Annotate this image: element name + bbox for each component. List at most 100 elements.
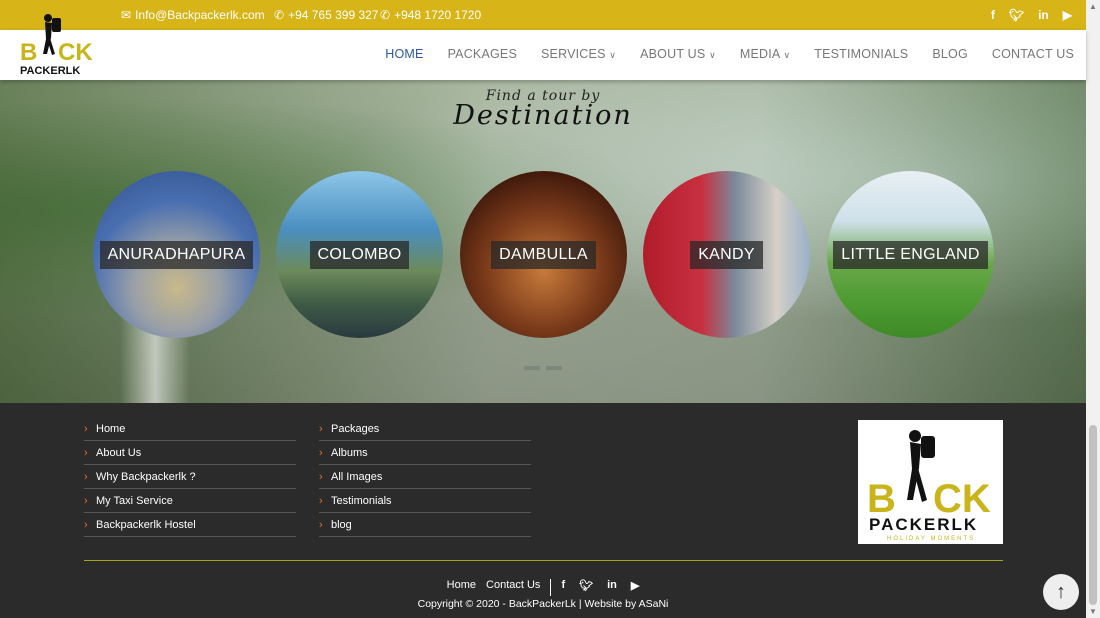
facebook-icon[interactable]: f xyxy=(991,8,995,22)
youtube-icon[interactable]: ▶ xyxy=(1063,8,1072,22)
footer-bottom-link-home[interactable]: Home xyxy=(447,579,476,596)
chevron-right-icon: › xyxy=(84,494,88,507)
chevron-right-icon: › xyxy=(84,470,88,483)
nav-media-label: MEDIA xyxy=(739,47,780,61)
svg-text:CK: CK xyxy=(58,39,93,66)
destination-label: ANURADHAPURA xyxy=(99,240,254,269)
email-contact[interactable]: ✉ Info@Backpackerlk.com xyxy=(121,8,265,22)
linkedin-icon[interactable]: in xyxy=(607,579,617,596)
nav-about-us[interactable]: ABOUT US ∨ xyxy=(640,47,716,61)
nav-packages[interactable]: PACKAGES xyxy=(448,47,517,61)
footer-link-why-backpackerlk[interactable]: › Why Backpackerlk ? xyxy=(84,465,296,489)
svg-text:HOLIDAY MOMENTS: HOLIDAY MOMENTS xyxy=(887,536,975,542)
facebook-icon[interactable]: f xyxy=(561,579,565,596)
footer-link-label: My Taxi Service xyxy=(96,494,173,507)
scrollbar-thumb[interactable] xyxy=(1089,425,1097,605)
destination-card-kandy[interactable]: KANDY xyxy=(643,171,810,338)
website-credit[interactable]: Website by ASaNi xyxy=(585,598,669,610)
chevron-down-icon: ∨ xyxy=(709,50,716,60)
footer-link-label: Testimonials xyxy=(331,494,392,507)
footer: › Home › About Us › Why Backpackerlk ? › My … xyxy=(0,403,1086,618)
copyright-line: Copyright © 2020 - BackPackerLk | Websit… xyxy=(0,598,1086,610)
footer-link-albums[interactable]: › Albums xyxy=(319,441,531,465)
nav-testimonials[interactable]: TESTIMONIALS xyxy=(814,47,908,61)
destination-label: LITTLE ENGLAND xyxy=(833,240,988,269)
copyright-text: Copyright © 2020 - BackPackerLk xyxy=(417,598,576,610)
footer-link-all-images[interactable]: › All Images xyxy=(319,465,531,489)
site-logo[interactable]: B CK PACKERLK xyxy=(14,2,98,78)
carousel-dot[interactable] xyxy=(546,366,562,370)
chevron-down-icon: ∨ xyxy=(609,50,617,60)
footer-links-column-1: › Home › About Us › Why Backpackerlk ? › My … xyxy=(84,417,296,537)
main-navbar: HOME PACKAGES SERVICES ∨ ABOUT US ∨ MEDI… xyxy=(0,30,1086,80)
footer-separator xyxy=(550,579,552,596)
phone-text-2: +948 1720 1720 xyxy=(394,8,482,22)
youtube-icon[interactable]: ▶ xyxy=(631,579,639,596)
email-text: Info@Backpackerlk.com xyxy=(135,8,265,22)
destination-label: COLOMBO xyxy=(309,240,410,269)
footer-bottom-link-contact[interactable]: Contact Us xyxy=(486,579,540,596)
chevron-down-icon: ∨ xyxy=(783,50,791,60)
destination-card-colombo[interactable]: COLOMBO xyxy=(276,171,443,338)
footer-divider xyxy=(84,560,1003,561)
arrow-up-icon: ↑ xyxy=(1056,580,1066,603)
carousel-dot[interactable] xyxy=(524,366,540,370)
footer-link-label: Home xyxy=(96,422,126,435)
main-nav: HOME PACKAGES SERVICES ∨ ABOUT US ∨ MEDI… xyxy=(385,47,1074,61)
footer-link-blog[interactable]: › blog xyxy=(319,513,531,537)
scroll-up-arrow-icon[interactable]: ▲ xyxy=(1089,2,1097,11)
nav-about-label: ABOUT US xyxy=(640,47,706,61)
destination-section: Find a tour by Destination ANURADHAPURA … xyxy=(0,80,1086,403)
chevron-right-icon: › xyxy=(319,470,323,483)
footer-link-home[interactable]: › Home xyxy=(84,417,296,441)
chevron-right-icon: › xyxy=(84,446,88,459)
footer-links-column-2: › Packages › Albums › All Images › Testimoni… xyxy=(319,417,531,537)
phone-contact-2[interactable]: ✆ +948 1720 1720 xyxy=(380,8,481,22)
footer-link-label: Packages xyxy=(331,422,380,435)
footer-link-label: Backpackerlk Hostel xyxy=(96,518,196,531)
page-scrollbar[interactable]: ▲ ▼ xyxy=(1086,0,1100,618)
destination-label: KANDY xyxy=(690,240,763,269)
footer-link-label: About Us xyxy=(96,446,142,459)
footer-link-label: blog xyxy=(331,518,352,531)
nav-blog[interactable]: BLOG xyxy=(932,47,968,61)
carousel-dots xyxy=(524,366,562,370)
destination-card-dambulla[interactable]: DAMBULLA xyxy=(460,171,627,338)
footer-link-hostel[interactable]: › Backpackerlk Hostel xyxy=(84,513,296,537)
top-social-links: f 🐦︎ in ▶ xyxy=(991,8,1072,22)
svg-text:B: B xyxy=(20,39,37,66)
footer-link-label: All Images xyxy=(331,470,383,483)
twitter-icon[interactable]: 🐦︎ xyxy=(1009,8,1024,22)
destination-card-anuradhapura[interactable]: ANURADHAPURA xyxy=(93,171,260,338)
footer-link-taxi-service[interactable]: › My Taxi Service xyxy=(84,489,296,513)
chevron-right-icon: › xyxy=(319,518,323,531)
nav-home[interactable]: HOME xyxy=(385,47,423,61)
linkedin-icon[interactable]: in xyxy=(1038,8,1049,22)
scroll-down-arrow-icon[interactable]: ▼ xyxy=(1089,607,1097,616)
phone-text-1: +94 765 399 327 xyxy=(288,8,379,22)
footer-link-packages[interactable]: › Packages xyxy=(319,417,531,441)
footer-bottom-bar: Home Contact Us f 🐦︎ in ▶ xyxy=(0,579,1086,596)
chevron-right-icon: › xyxy=(319,446,323,459)
footer-link-label: Why Backpackerlk ? xyxy=(96,470,196,483)
nav-contact-us[interactable]: CONTACT US xyxy=(992,47,1074,61)
twitter-icon[interactable]: 🐦︎ xyxy=(579,579,593,596)
destination-card-little-england[interactable]: LITTLE ENGLAND xyxy=(827,171,994,338)
chevron-right-icon: › xyxy=(319,422,323,435)
envelope-icon: ✉ xyxy=(121,8,132,22)
phone-icon: ✆ xyxy=(380,8,391,22)
chevron-right-icon: › xyxy=(84,422,88,435)
nav-media[interactable]: MEDIA ∨ xyxy=(740,47,790,61)
footer-link-about-us[interactable]: › About Us xyxy=(84,441,296,465)
phone-icon: ✆ xyxy=(274,8,285,22)
svg-text:PACKERLK: PACKERLK xyxy=(869,515,978,534)
footer-logo[interactable]: B CK PACKERLK HOLIDAY MOMENTS xyxy=(858,420,1003,544)
scroll-to-top-button[interactable]: ↑ xyxy=(1043,574,1079,610)
destination-label: DAMBULLA xyxy=(491,240,596,269)
phone-contact-1[interactable]: ✆ +94 765 399 327 xyxy=(274,8,378,22)
footer-social-links: f 🐦︎ in ▶ xyxy=(561,579,639,596)
top-contact-bar: ✉ Info@Backpackerlk.com ✆ +94 765 399 32… xyxy=(0,0,1086,30)
nav-services[interactable]: SERVICES ∨ xyxy=(541,47,616,61)
footer-link-testimonials[interactable]: › Testimonials xyxy=(319,489,531,513)
chevron-right-icon: › xyxy=(319,494,323,507)
